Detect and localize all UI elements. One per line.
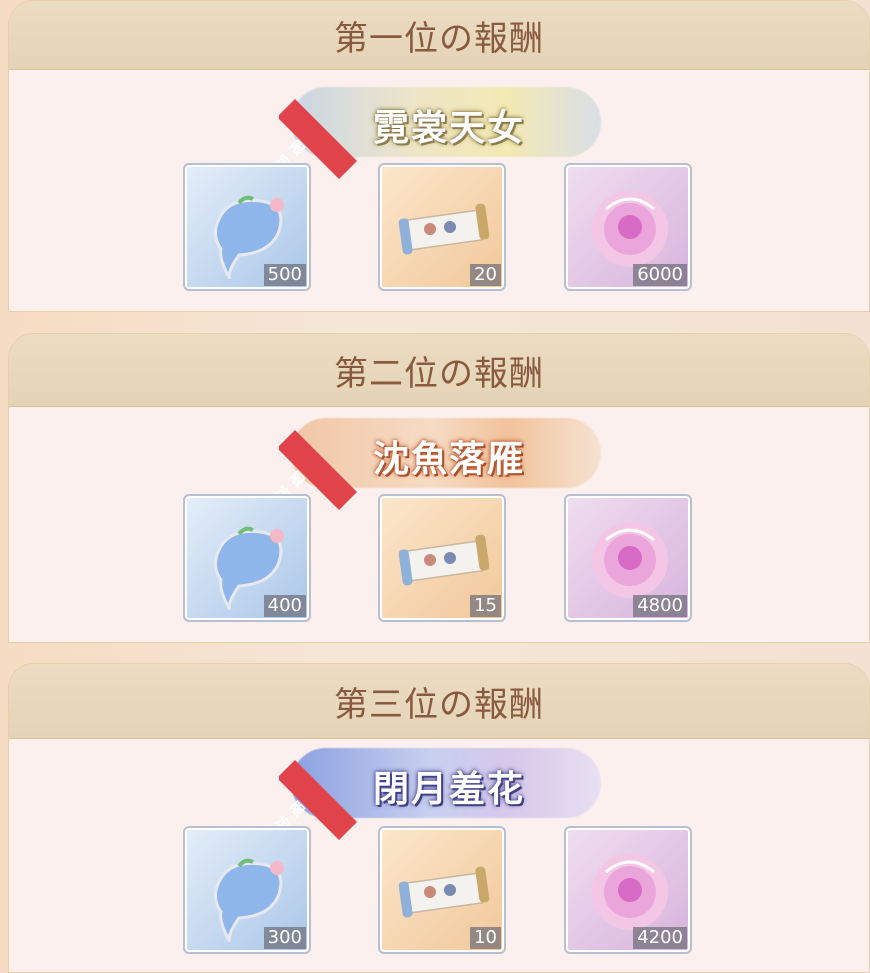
item-quantity: 6000 [633, 264, 687, 286]
rank-3-banner-title: 閉月羞花 [372, 769, 525, 810]
reward-item-crystal[interactable]: 300 [183, 826, 311, 954]
rank-2-banner-title: 沈魚落雁 [372, 439, 525, 480]
rank-2-header: 第二位の報酬 [9, 334, 869, 407]
reward-item-crystal[interactable]: 400 [183, 494, 311, 622]
item-quantity: 400 [263, 595, 306, 617]
item-quantity: 4800 [633, 595, 687, 617]
rank-2-panel: 第二位の報酬 沈魚落雁 限定 400 15 4800 [8, 333, 870, 643]
item-quantity: 20 [470, 264, 501, 286]
rank-1-title: 第一位の報酬 [334, 18, 544, 59]
rank-2-title: 第二位の報酬 [334, 353, 544, 394]
item-quantity: 15 [470, 595, 501, 617]
reward-item-scroll[interactable]: 10 [378, 826, 506, 954]
rank-3-panel: 第三位の報酬 閉月羞花 限定 300 10 4200 [8, 663, 870, 973]
item-quantity: 300 [263, 927, 306, 949]
rank-3-header: 第三位の報酬 [9, 664, 869, 739]
rank-3-costume-banner[interactable]: 閉月羞花 限定 [272, 740, 609, 840]
item-quantity: 10 [470, 927, 501, 949]
reward-item-scroll[interactable]: 15 [378, 494, 506, 622]
rank-1-banner-title: 霓裳天女 [372, 108, 525, 149]
reward-item-scroll[interactable]: 20 [378, 163, 506, 291]
rank-3-title: 第三位の報酬 [334, 684, 544, 725]
rank-1-header: 第一位の報酬 [9, 1, 869, 70]
item-quantity: 4200 [633, 927, 687, 949]
item-quantity: 500 [263, 264, 306, 286]
rank-2-costume-banner[interactable]: 沈魚落雁 限定 [272, 410, 609, 510]
reward-item-flower[interactable]: 6000 [564, 163, 692, 291]
rank-1-panel: 第一位の報酬 霓裳天女 限定 500 20 6000 [8, 0, 870, 312]
reward-item-flower[interactable]: 4800 [564, 494, 692, 622]
reward-item-flower[interactable]: 4200 [564, 826, 692, 954]
rank-1-costume-banner[interactable]: 霓裳天女 限定 [272, 79, 609, 179]
reward-item-crystal[interactable]: 500 [183, 163, 311, 291]
